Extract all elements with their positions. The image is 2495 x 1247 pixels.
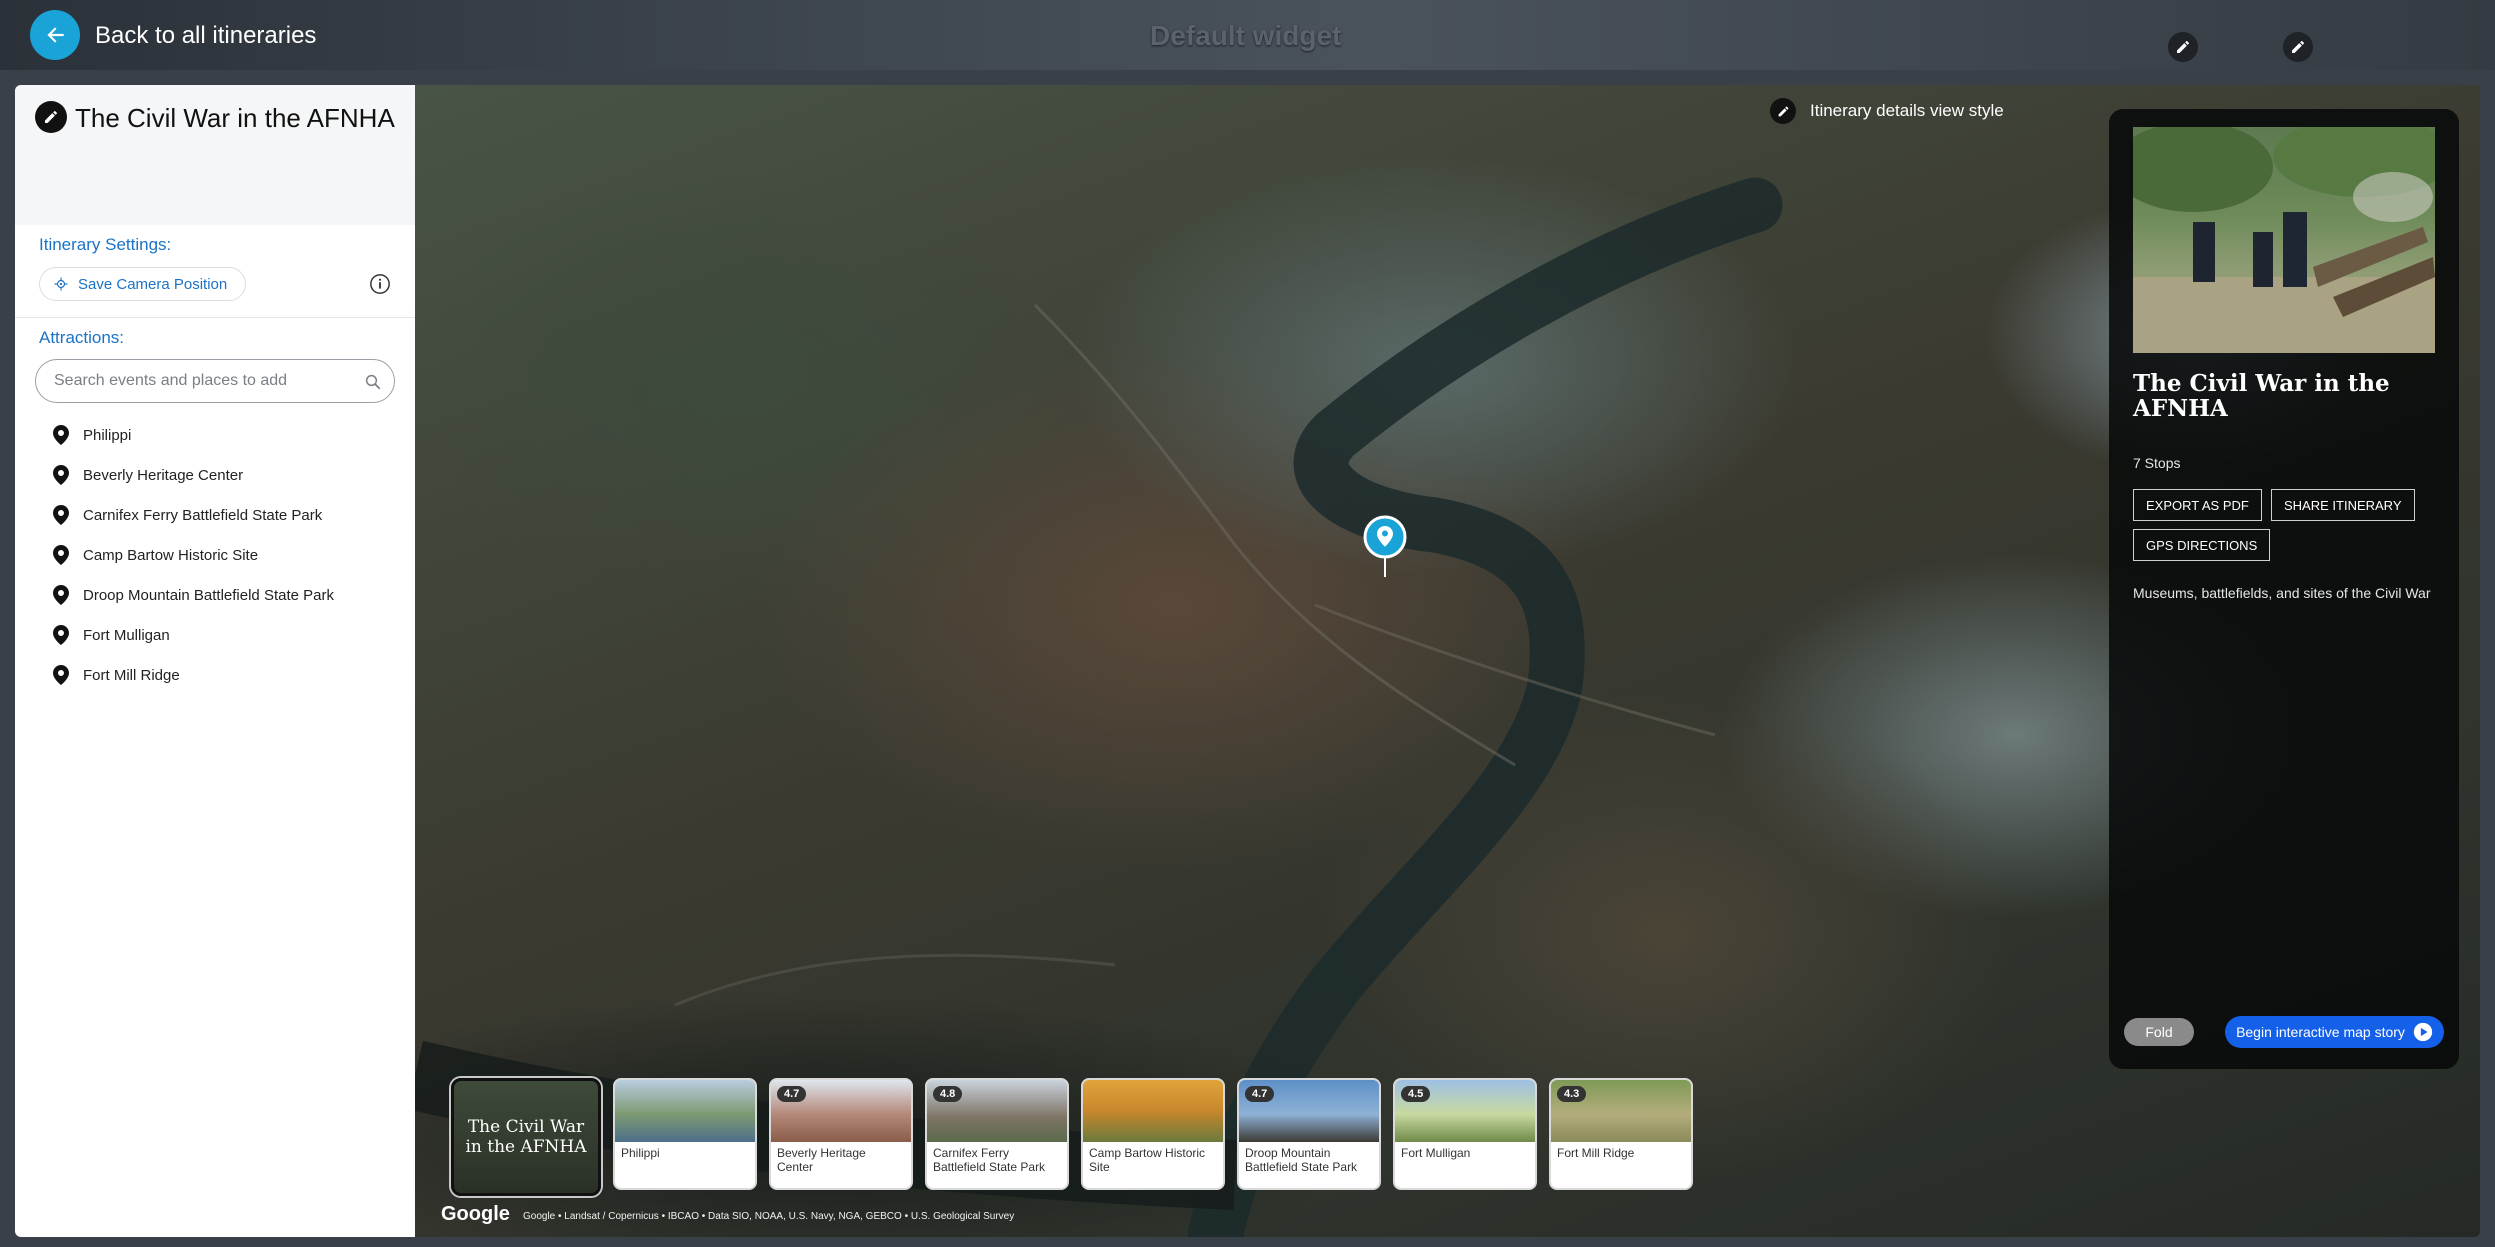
back-button[interactable] — [30, 10, 80, 60]
map-pin-icon — [53, 585, 69, 605]
search-input[interactable] — [54, 368, 354, 394]
stop-name: Carnifex Ferry Battlefield State Park — [933, 1146, 1046, 1174]
attraction-item[interactable]: Beverly Heritage Center — [53, 455, 334, 495]
satellite-map[interactable]: Itinerary details view style The Civil W… — [415, 85, 2480, 1237]
stop-photo — [615, 1080, 755, 1142]
play-circle-icon — [2413, 1022, 2433, 1042]
attraction-name: Carnifex Ferry Battlefield State Park — [83, 506, 323, 524]
stop-card[interactable]: Camp Bartow Historic Site — [1081, 1078, 1225, 1190]
map-pin-icon — [53, 425, 69, 445]
arrow-left-icon — [47, 27, 64, 43]
save-camera-label: Save Camera Position — [78, 275, 228, 293]
rating-badge: 4.3 — [1557, 1086, 1587, 1102]
itinerary-frame: The Civil War in the AFNHA Itinerary Set… — [15, 85, 2480, 1237]
share-itinerary-button[interactable]: SHARE ITINERARY — [2271, 489, 2415, 521]
top-bar: Back to all itineraries Default widget — [0, 0, 2495, 70]
edit-title-button[interactable] — [35, 101, 67, 133]
location-marker-icon[interactable] — [1363, 515, 1407, 577]
map-pin-icon — [53, 465, 69, 485]
attraction-item[interactable]: Fort Mulligan — [53, 615, 334, 655]
map-pin-icon — [53, 665, 69, 685]
divider — [15, 317, 415, 318]
begin-map-story-label: Begin interactive map story — [2236, 1024, 2405, 1040]
stop-card[interactable]: 4.5 Fort Mulligan — [1393, 1078, 1537, 1190]
stop-name: Fort Mill Ridge — [1557, 1146, 1635, 1160]
rating-badge: 4.5 — [1401, 1086, 1431, 1102]
attraction-name: Fort Mulligan — [83, 626, 170, 644]
itinerary-title: The Civil War in the AFNHA — [75, 103, 395, 133]
widget-title: Default widget — [1150, 20, 1342, 51]
panel-title: The Civil War in the AFNHA — [2133, 370, 2390, 423]
fold-button[interactable]: Fold — [2124, 1018, 2194, 1046]
stop-name: Philippi — [621, 1146, 660, 1160]
search-icon[interactable] — [364, 373, 382, 391]
begin-map-story-button[interactable]: Begin interactive map story — [2225, 1016, 2444, 1048]
view-style-control[interactable]: Itinerary details view style — [1770, 98, 2004, 124]
sidebar-header: The Civil War in the AFNHA — [15, 85, 415, 225]
attraction-name: Fort Mill Ridge — [83, 666, 180, 684]
view-style-label: Itinerary details view style — [1810, 101, 2004, 120]
stop-card[interactable]: 4.3 Fort Mill Ridge — [1549, 1078, 1693, 1190]
rating-badge: 4.8 — [933, 1086, 963, 1102]
map-pin-icon — [53, 505, 69, 525]
stop-name: Droop Mountain Battlefield State Park — [1245, 1146, 1358, 1174]
attraction-item[interactable]: Philippi — [53, 415, 334, 455]
attraction-name: Droop Mountain Battlefield State Park — [83, 586, 334, 604]
pencil-icon — [2292, 41, 2304, 53]
map-attribution: Google • Landsat / Copernicus • IBCAO • … — [523, 1211, 1015, 1222]
stop-card[interactable]: 4.7 Beverly Heritage Center — [769, 1078, 913, 1190]
itinerary-settings-label: Itinerary Settings: — [39, 235, 172, 254]
itinerary-description: Museums, battlefields, and sites of the … — [2133, 585, 2431, 601]
edit-header-button[interactable] — [2283, 32, 2313, 62]
attraction-list: Philippi Beverly Heritage Center Carnife… — [53, 415, 334, 695]
rating-badge: 4.7 — [777, 1086, 807, 1102]
stop-name: Fort Mulligan — [1401, 1146, 1471, 1160]
crosshair-icon — [54, 277, 68, 291]
map-pin-icon — [53, 545, 69, 565]
stop-card[interactable]: 4.7 Droop Mountain Battlefield State Par… — [1237, 1078, 1381, 1190]
attraction-item[interactable]: Carnifex Ferry Battlefield State Park — [53, 495, 334, 535]
stop-card[interactable]: 4.8 Carnifex Ferry Battlefield State Par… — [925, 1078, 1069, 1190]
pencil-icon — [1770, 98, 1796, 124]
attraction-item[interactable]: Fort Mill Ridge — [53, 655, 334, 695]
pencil-icon — [45, 111, 57, 123]
attraction-name: Philippi — [83, 426, 132, 444]
stops-count: 7 Stops — [2133, 455, 2181, 471]
info-button[interactable] — [368, 272, 392, 296]
export-pdf-button[interactable]: EXPORT AS PDF — [2133, 489, 2262, 521]
stop-name: Camp Bartow Historic Site — [1089, 1146, 1206, 1174]
cover-card-title: The Civil War in the AFNHA — [465, 1116, 587, 1157]
gps-directions-button[interactable]: GPS DIRECTIONS — [2133, 529, 2271, 561]
rating-badge: 4.7 — [1245, 1086, 1275, 1102]
attraction-name: Camp Bartow Historic Site — [83, 546, 259, 564]
google-logo: Google — [441, 1203, 510, 1225]
stop-card-strip: The Civil War in the AFNHA Philippi 4.7 … — [451, 1078, 1693, 1196]
stop-name: Beverly Heritage Center — [777, 1146, 866, 1174]
sidebar: The Civil War in the AFNHA Itinerary Set… — [15, 85, 415, 1237]
attraction-name: Beverly Heritage Center — [83, 466, 244, 484]
save-camera-position-button[interactable]: Save Camera Position — [39, 267, 247, 301]
attraction-search[interactable] — [35, 359, 395, 403]
pencil-icon — [2177, 41, 2189, 53]
attraction-item[interactable]: Camp Bartow Historic Site — [53, 535, 334, 575]
itinerary-details-panel: The Civil War in the AFNHA 7 Stops EXPOR… — [2109, 109, 2459, 1069]
info-icon — [370, 274, 390, 294]
stop-photo — [1083, 1080, 1223, 1142]
edit-widget-button[interactable] — [2168, 32, 2198, 62]
back-label[interactable]: Back to all itineraries — [95, 22, 316, 50]
itinerary-cover-card[interactable]: The Civil War in the AFNHA — [451, 1078, 601, 1196]
itinerary-photo — [2133, 127, 2435, 353]
stop-card[interactable]: Philippi — [613, 1078, 757, 1190]
attraction-item[interactable]: Droop Mountain Battlefield State Park — [53, 575, 334, 615]
attractions-label: Attractions: — [39, 328, 125, 347]
map-pin-icon — [53, 625, 69, 645]
